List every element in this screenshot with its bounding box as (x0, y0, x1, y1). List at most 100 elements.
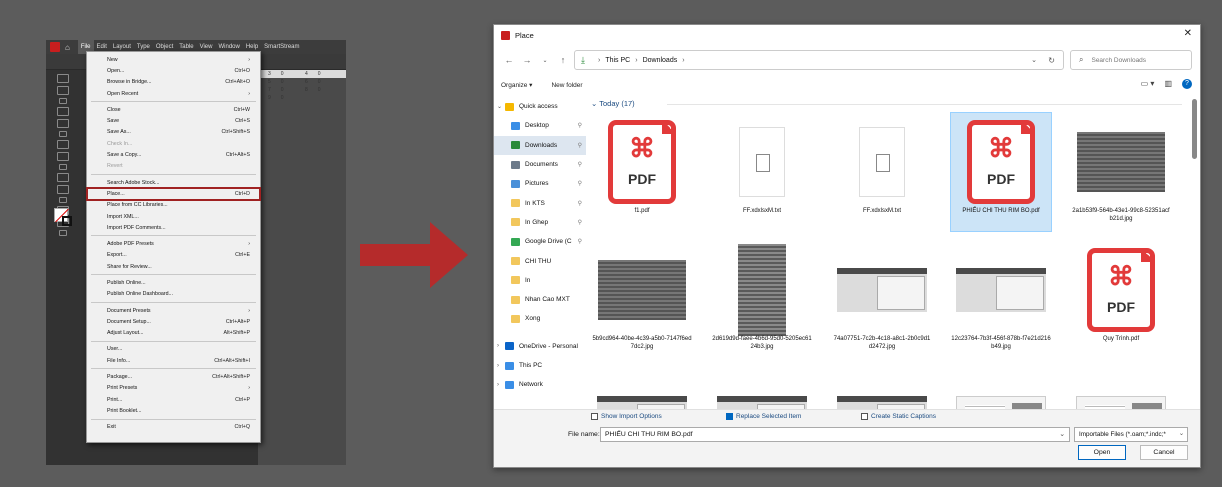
file-item[interactable] (832, 369, 932, 409)
breadcrumb-downloads[interactable]: Downloads (643, 57, 678, 64)
file-item[interactable]: 5b9cd964-40be-4c39-a5b0-7147f6ed7dc2.jpg (592, 241, 692, 359)
tool-icon[interactable] (57, 140, 69, 149)
create-static-captions-checkbox[interactable]: Create Static Captions (861, 413, 936, 420)
file-menu-item[interactable]: Browse in Bridge... Ctrl+Alt+O (87, 77, 260, 88)
file-menu-item[interactable]: Publish Online Dashboard... (87, 289, 260, 300)
breadcrumb-this-pc[interactable]: This PC (605, 57, 630, 64)
file-menu-item[interactable]: Print Presets › (87, 383, 260, 394)
up-arrow-icon[interactable]: ↑ (554, 55, 572, 65)
nav-item[interactable]: Xong (494, 309, 586, 328)
file-menu-item[interactable]: Import XML... (87, 211, 260, 222)
file-menu-item[interactable]: Print... Ctrl+P (87, 394, 260, 405)
file-menu-item[interactable]: Save Ctrl+S (87, 115, 260, 126)
tool-icon[interactable] (57, 152, 69, 161)
close-icon[interactable]: ✕ (1184, 28, 1192, 39)
tool-icon[interactable] (57, 119, 69, 128)
file-menu-item[interactable]: Document Setup... Ctrl+Alt+P (87, 316, 260, 327)
file-menu-item[interactable]: Place from CC Libraries... (87, 200, 260, 211)
help-icon[interactable]: ? (1182, 79, 1192, 89)
file-item[interactable]: 74a07751-7c2b-4c18-a8c1-2b0c9d1d2472.jpg (832, 241, 932, 359)
tool-icon[interactable] (57, 185, 69, 194)
chevron-right-icon[interactable]: › (497, 363, 505, 369)
file-menu-item[interactable]: Share for Review... (87, 261, 260, 272)
menu-smartstream[interactable]: SmartStream (261, 40, 302, 54)
new-folder-button[interactable]: New folder (551, 82, 582, 89)
chevron-right-icon[interactable]: › (497, 382, 505, 388)
file-menu-item[interactable]: Adjust Layout... Alt+Shift+P (87, 328, 260, 339)
nav-item[interactable]: In Ghep ⚲ (494, 213, 586, 232)
nav-item[interactable]: ⌄ Quick access (494, 97, 586, 116)
show-import-options-checkbox[interactable]: Show Import Options (591, 413, 662, 420)
nav-item[interactable]: CHI THU (494, 251, 586, 270)
refresh-icon[interactable]: ↻ (1048, 56, 1055, 65)
preview-pane-icon[interactable]: ▥ (1164, 79, 1172, 89)
cancel-button[interactable]: Cancel (1140, 445, 1188, 460)
file-menu-item[interactable]: Open... Ctrl+O (87, 65, 260, 76)
organize-button[interactable]: Organize ▾ (501, 81, 532, 89)
file-item[interactable] (951, 369, 1051, 409)
tool-icon[interactable] (59, 164, 67, 170)
file-menu-item[interactable]: Save a Copy... Ctrl+Alt+S (87, 149, 260, 160)
tool-icon[interactable] (59, 230, 67, 236)
tool-icon[interactable] (59, 98, 67, 104)
tool-icon[interactable] (57, 74, 69, 83)
file-menu-item[interactable]: Print Booklet... (87, 405, 260, 416)
nav-item[interactable]: Downloads ⚲ (494, 135, 586, 155)
chevron-down-icon[interactable]: ⌄ (497, 103, 505, 110)
nav-item[interactable]: › OneDrive - Personal (494, 337, 586, 356)
tool-icon[interactable] (57, 107, 69, 116)
chevron-down-icon[interactable]: ⌄ (1059, 430, 1065, 438)
file-menu-item[interactable]: Import PDF Comments... (87, 222, 260, 233)
file-item[interactable] (712, 369, 812, 409)
file-menu-item[interactable]: Exit Ctrl+Q (87, 422, 260, 433)
nav-item[interactable]: Desktop ⚲ (494, 116, 586, 135)
nav-item[interactable]: Nhan Cao MXT (494, 290, 586, 309)
file-item[interactable]: 12c23764-7b3f-456f-878b-f7e21d216b49.jpg (951, 241, 1051, 359)
chevron-down-icon[interactable]: ⌄ (1031, 56, 1037, 64)
file-item[interactable] (1071, 369, 1171, 409)
file-menu-item[interactable]: Close Ctrl+W (87, 104, 260, 115)
file-type-select[interactable]: Importable Files (*.oam;*.indc;* ⌄ (1074, 427, 1188, 442)
home-icon[interactable]: ⌂ (65, 43, 70, 52)
forward-arrow-icon[interactable]: → (518, 55, 536, 65)
nav-item[interactable]: In (494, 271, 586, 290)
recent-dropdown-icon[interactable]: ⌄ (536, 57, 554, 64)
nav-item[interactable]: In KTS ⚲ (494, 193, 586, 212)
view-mode-icon[interactable]: ▭ ▾ (1141, 79, 1155, 89)
file-item[interactable]: ⌘ PDF f1.pdf (592, 113, 692, 231)
file-menu-item[interactable]: Document Presets › (87, 305, 260, 316)
search-box[interactable]: ⌕ Search Downloads (1070, 50, 1192, 70)
file-item[interactable]: FF.xdxlsxM.txt (712, 113, 812, 231)
file-name-input[interactable]: PHIẾU CHI THU RIM BO.pdf ⌄ (600, 427, 1070, 442)
file-item[interactable]: FF.xdxlsxM.txt (832, 113, 932, 231)
nav-item[interactable]: › Network (494, 375, 586, 394)
file-menu-item[interactable]: User... (87, 344, 260, 355)
tool-icon[interactable] (59, 131, 67, 137)
file-menu-item[interactable]: Open Recent › (87, 88, 260, 99)
back-arrow-icon[interactable]: ← (500, 55, 518, 65)
file-menu-item[interactable]: Search Adobe Stock... (87, 177, 260, 188)
tool-icon[interactable] (57, 173, 69, 182)
file-menu-item[interactable]: Adobe PDF Presets › (87, 238, 260, 249)
file-menu-item[interactable]: File Info... Ctrl+Alt+Shift+I (87, 355, 260, 366)
file-item[interactable]: 2d619d9d-faee-4b6d-95d0-5205ec6124b3.jpg (712, 241, 812, 359)
tool-icon[interactable] (59, 197, 67, 203)
file-menu-item[interactable]: Export... Ctrl+E (87, 250, 260, 261)
file-menu-item[interactable]: New › (87, 54, 260, 65)
stroke-swatch[interactable] (62, 216, 72, 226)
nav-item[interactable]: Documents ⚲ (494, 155, 586, 174)
file-item[interactable]: ⌘ PDF Quy Trình.pdf (1071, 241, 1171, 359)
chevron-right-icon[interactable]: › (497, 343, 505, 349)
open-button[interactable]: Open (1078, 445, 1126, 460)
file-item[interactable] (592, 369, 692, 409)
file-item[interactable]: 2a1b53f9-564b-43e1-99c8-52351acfb21d.jpg (1071, 113, 1171, 231)
nav-item[interactable]: Pictures ⚲ (494, 174, 586, 193)
file-item[interactable]: ⌘ PDF PHIẾU CHI THU RIM BO.pdf (950, 112, 1052, 232)
file-menu-item[interactable]: Package... Ctrl+Alt+Shift+P (87, 371, 260, 382)
nav-item[interactable]: › This PC (494, 356, 586, 375)
file-menu-item[interactable]: Save As... Ctrl+Shift+S (87, 127, 260, 138)
replace-selected-item-checkbox[interactable]: Replace Selected Item (726, 413, 801, 420)
file-menu-item[interactable]: Publish Online... (87, 277, 260, 288)
file-menu-item[interactable]: Place... Ctrl+D (86, 187, 261, 201)
nav-item[interactable]: Google Drive (C ⚲ (494, 232, 586, 251)
